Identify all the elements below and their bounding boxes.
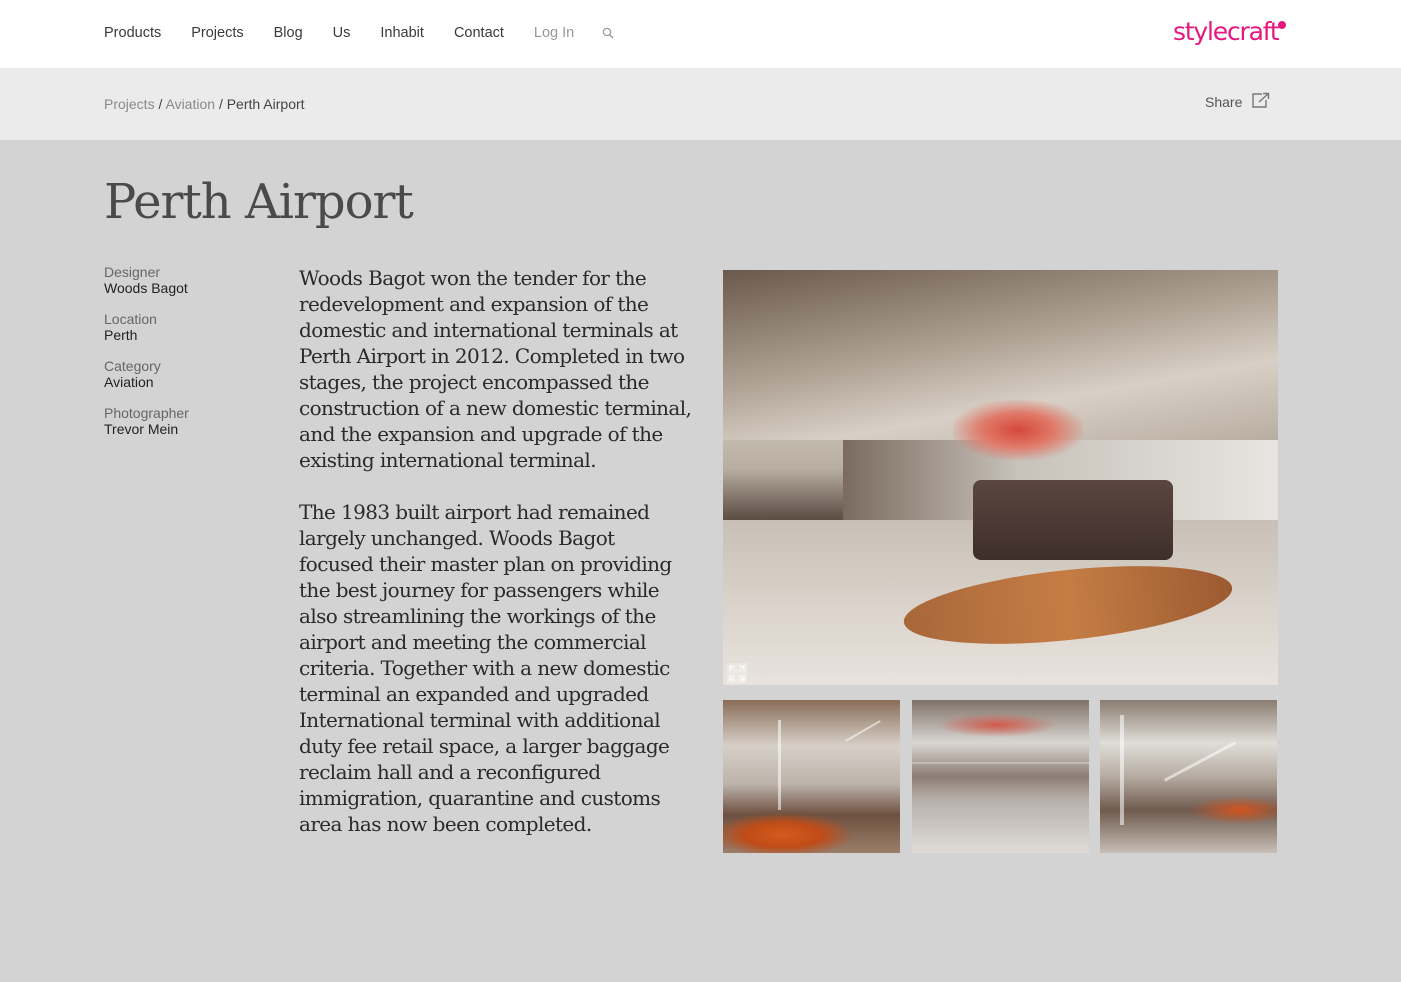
stylecraft-logo[interactable]: stylecraft xyxy=(1173,14,1287,50)
meta-photographer: Photographer Trevor Mein xyxy=(104,405,264,437)
meta-label: Photographer xyxy=(104,405,189,421)
photo-escalator xyxy=(1163,741,1237,782)
expand-icon[interactable] xyxy=(727,663,747,683)
top-navigation-bar: Products Projects Blog Us Inhabit Contac… xyxy=(0,0,1401,68)
share-icon xyxy=(1251,92,1270,112)
breadcrumb: Projects / Aviation / Perth Airport xyxy=(104,95,305,113)
meta-location: Location Perth xyxy=(104,311,264,343)
meta-label: Category xyxy=(104,358,161,374)
meta-label: Designer xyxy=(104,264,161,280)
breadcrumb-link-projects[interactable]: Projects xyxy=(104,96,155,112)
share-button[interactable]: Share xyxy=(1205,92,1270,112)
description-paragraph: Woods Bagot won the tender for the redev… xyxy=(299,266,692,472)
gallery-thumbnail[interactable] xyxy=(723,700,900,853)
nav-item-contact[interactable]: Contact xyxy=(454,24,504,42)
meta-value: Aviation xyxy=(104,374,154,390)
photo-escalator xyxy=(845,720,881,742)
logo-text: stylecraft xyxy=(1173,17,1280,46)
meta-value: Trevor Mein xyxy=(104,421,179,437)
photo-column xyxy=(778,720,781,810)
logo-dot xyxy=(1278,21,1287,29)
meta-designer: Designer Woods Bagot xyxy=(104,264,264,296)
breadcrumb-separator: / xyxy=(218,96,227,112)
photo-column xyxy=(1120,715,1124,825)
page-title: Perth Airport xyxy=(104,174,414,230)
gallery-thumbnail[interactable] xyxy=(1100,700,1277,853)
breadcrumb-link-aviation[interactable]: Aviation xyxy=(165,96,215,112)
photo-horizon xyxy=(912,762,1089,764)
photo-sculpture xyxy=(953,400,1083,460)
breadcrumb-current: Perth Airport xyxy=(226,96,305,112)
project-meta: Designer Woods Bagot Location Perth Cate… xyxy=(104,264,264,452)
photo-lounge-seating xyxy=(973,480,1173,560)
meta-value: Woods Bagot xyxy=(104,280,188,296)
meta-value: Perth xyxy=(104,327,138,343)
gallery-thumbnail[interactable] xyxy=(912,700,1089,853)
nav-item-projects[interactable]: Projects xyxy=(191,24,243,42)
meta-category: Category Aviation xyxy=(104,358,264,390)
main-nav: Products Projects Blog Us Inhabit Contac… xyxy=(104,24,614,42)
search-icon[interactable] xyxy=(602,27,614,39)
breadcrumb-bar: Projects / Aviation / Perth Airport Shar… xyxy=(0,68,1401,140)
nav-item-us[interactable]: Us xyxy=(333,24,351,42)
share-label: Share xyxy=(1205,94,1243,110)
meta-label: Location xyxy=(104,311,157,327)
nav-item-blog[interactable]: Blog xyxy=(274,24,303,42)
login-link[interactable]: Log In xyxy=(534,24,574,42)
description-paragraph: The 1983 built airport had remained larg… xyxy=(299,500,672,836)
nav-item-inhabit[interactable]: Inhabit xyxy=(380,24,424,42)
nav-item-products[interactable]: Products xyxy=(104,24,161,42)
project-description: Woods Bagot won the tender for the redev… xyxy=(299,265,694,863)
main-photo[interactable] xyxy=(723,270,1278,685)
